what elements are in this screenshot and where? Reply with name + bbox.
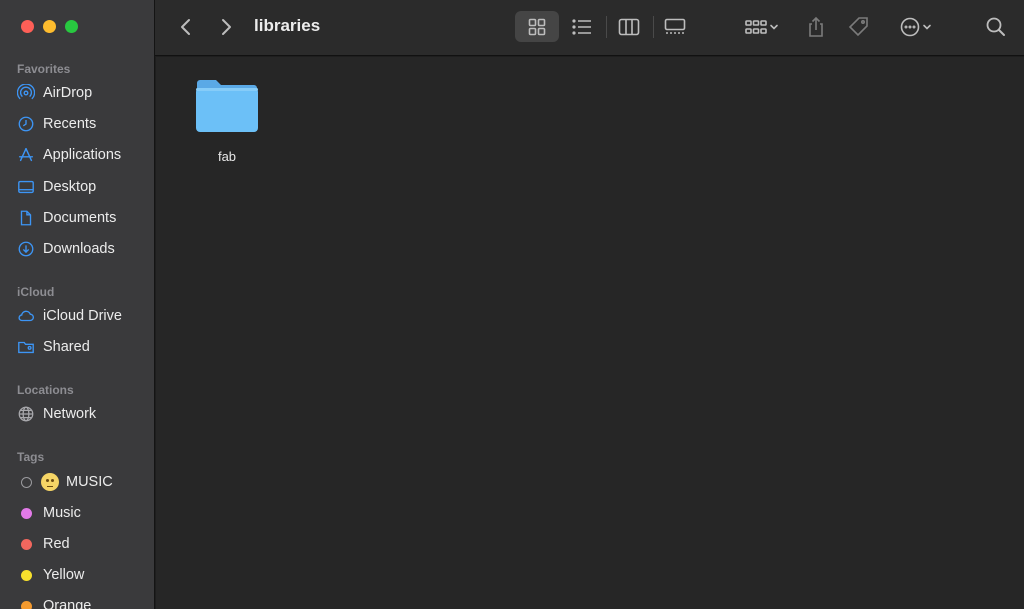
sidebar-item-label: iCloud Drive xyxy=(43,308,122,324)
chevron-down-icon xyxy=(770,24,778,30)
gallery-icon xyxy=(664,18,686,34)
tag-hollow-dot xyxy=(21,476,32,488)
tag-icon xyxy=(848,17,868,37)
sidebar-item-tag-red[interactable]: Red xyxy=(16,532,152,556)
sidebar: Favorites AirDrop Recents Applications D… xyxy=(0,0,155,609)
toolbar: libraries xyxy=(155,0,1024,56)
tag-color-dot xyxy=(21,600,32,609)
clock-icon xyxy=(16,114,36,134)
sidebar-item-recents[interactable]: Recents xyxy=(16,112,152,136)
shared-folder-icon xyxy=(16,337,36,357)
file-item-folder[interactable]: fab xyxy=(192,77,262,164)
chevron-down-icon xyxy=(923,24,931,30)
tag-color-dot xyxy=(21,538,32,550)
sidebar-item-label: Orange xyxy=(43,598,92,609)
sidebar-item-network[interactable]: Network xyxy=(16,402,152,426)
file-name: fab xyxy=(217,149,237,164)
forward-button[interactable] xyxy=(215,14,237,40)
sidebar-item-label: Network xyxy=(43,406,97,422)
sidebar-item-label: MUSIC xyxy=(66,474,113,490)
section-title-icloud: iCloud xyxy=(17,285,55,299)
window-controls xyxy=(21,20,78,33)
sidebar-item-label: Documents xyxy=(43,210,117,226)
tag-color-dot xyxy=(21,569,32,581)
chevron-right-icon xyxy=(222,19,231,35)
sidebar-item-applications[interactable]: Applications xyxy=(16,143,152,167)
share-icon xyxy=(809,16,823,37)
sidebar-item-shared[interactable]: Shared xyxy=(16,335,152,359)
document-icon xyxy=(16,208,36,228)
folder-icon xyxy=(196,80,258,132)
chevron-left-icon xyxy=(181,19,190,35)
sidebar-item-label: Applications xyxy=(43,147,122,163)
sidebar-item-label: Yellow xyxy=(43,567,85,583)
desktop-icon xyxy=(16,177,36,197)
applications-icon xyxy=(16,145,36,165)
gallery-view-button[interactable] xyxy=(653,11,697,42)
sidebar-item-label: Shared xyxy=(43,339,90,355)
columns-icon xyxy=(618,18,640,35)
sidebar-item-label: AirDrop xyxy=(43,85,93,101)
globe-icon xyxy=(16,404,36,424)
sidebar-item-tag-orange[interactable]: Orange xyxy=(16,594,152,609)
tag-button[interactable] xyxy=(845,12,873,42)
cloud-icon xyxy=(16,306,36,326)
ellipsis-circle-icon xyxy=(900,17,920,37)
more-actions-button[interactable] xyxy=(893,12,939,42)
section-title-tags: Tags xyxy=(17,450,45,464)
search-button[interactable] xyxy=(981,12,1011,42)
sidebar-item-tag-yellow[interactable]: Yellow xyxy=(16,563,152,587)
section-title-locations: Locations xyxy=(17,383,74,397)
minimize-window-button[interactable] xyxy=(43,20,56,33)
section-title-favorites: Favorites xyxy=(17,62,71,76)
zoom-window-button[interactable] xyxy=(65,20,78,33)
list-view-button[interactable] xyxy=(561,11,603,42)
sidebar-item-downloads[interactable]: Downloads xyxy=(16,237,152,261)
sidebar-item-label: Downloads xyxy=(43,241,115,257)
sidebar-item-airdrop[interactable]: AirDrop xyxy=(16,81,152,105)
airdrop-icon xyxy=(16,83,36,103)
list-icon xyxy=(572,18,591,35)
close-window-button[interactable] xyxy=(21,20,34,33)
sidebar-item-label: Red xyxy=(43,536,70,552)
file-browser-content: fab xyxy=(156,57,1024,609)
sidebar-item-icloud-drive[interactable]: iCloud Drive xyxy=(16,304,152,328)
back-button[interactable] xyxy=(175,14,197,40)
emoji-face-icon xyxy=(41,473,59,491)
sidebar-item-label: Music xyxy=(43,505,81,521)
share-button[interactable] xyxy=(802,12,830,42)
grid-icon xyxy=(528,18,546,35)
sidebar-item-tag-music[interactable]: Music xyxy=(16,501,152,525)
window-title: libraries xyxy=(254,16,321,35)
sidebar-item-desktop[interactable]: Desktop xyxy=(16,175,152,199)
tag-color-dot xyxy=(21,507,32,519)
search-icon xyxy=(986,17,1005,36)
group-grid-icon xyxy=(745,20,767,34)
sidebar-item-label: Recents xyxy=(43,116,97,132)
sidebar-item-tag-music-upper[interactable]: MUSIC xyxy=(16,470,152,494)
icon-view-button[interactable] xyxy=(515,11,559,42)
group-by-button[interactable] xyxy=(739,12,785,42)
sidebar-item-label: Desktop xyxy=(43,179,97,195)
download-icon xyxy=(16,239,36,259)
column-view-button[interactable] xyxy=(607,11,651,42)
sidebar-item-documents[interactable]: Documents xyxy=(16,206,152,230)
